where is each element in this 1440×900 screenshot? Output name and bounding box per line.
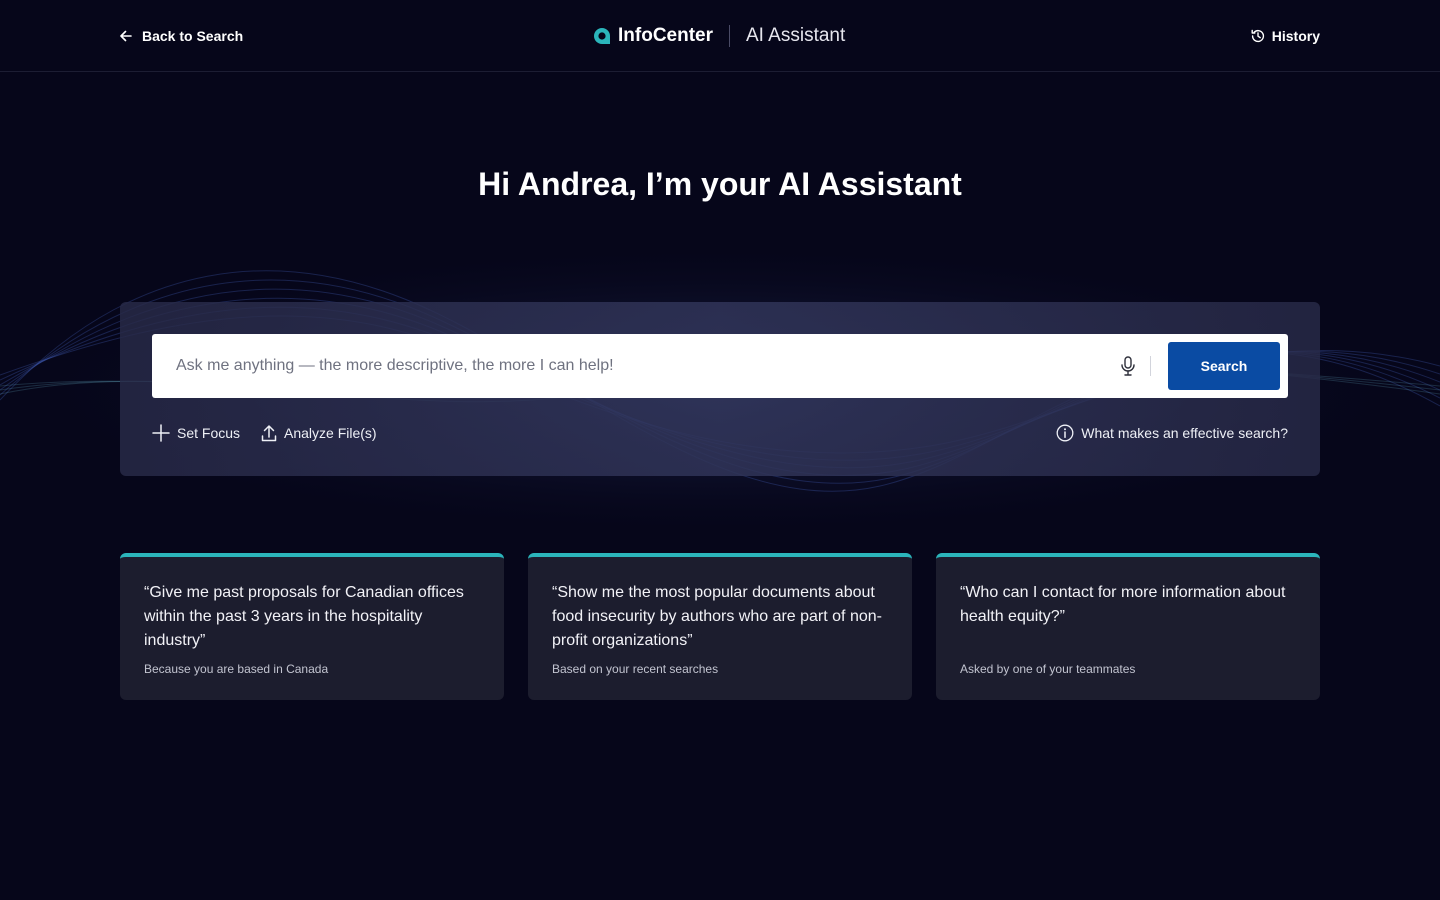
brand-name: InfoCenter (618, 25, 713, 46)
page-title: Hi Andrea, I’m your AI Assistant (478, 166, 962, 202)
suggestion-card[interactable]: “Give me past proposals for Canadian off… (120, 553, 504, 700)
arrow-left-icon (120, 30, 132, 42)
history-label: History (1271, 28, 1320, 44)
suggestion-reason: Based on your recent searches (552, 662, 719, 676)
brand-divider (729, 25, 730, 47)
back-to-search-label: Back to Search (142, 28, 244, 44)
microphone-icon[interactable] (1116, 354, 1140, 378)
info-icon (1056, 424, 1074, 442)
effective-search-help-link[interactable]: What makes an effective search? (1056, 422, 1288, 444)
brand: InfoCenter AI Assistant (592, 20, 845, 52)
analyze-files-button[interactable]: Analyze File(s) (261, 422, 377, 444)
suggestion-quote: “Who can I contact for more information … (960, 584, 1286, 625)
analyze-files-label: Analyze File(s) (284, 425, 377, 441)
search-panel: Search Set Focus Analyze File(s) What ma… (120, 302, 1320, 476)
suggestion-reason: Asked by one of your teammates (960, 662, 1136, 676)
search-input[interactable] (152, 334, 1092, 398)
plus-icon (152, 424, 170, 442)
chat-bubble-logo-icon (594, 28, 610, 44)
search-button[interactable]: Search (1168, 342, 1280, 390)
set-focus-label: Set Focus (177, 425, 241, 441)
search-box: Search (152, 334, 1288, 398)
suggestion-quote: “Give me past proposals for Canadian off… (144, 584, 464, 649)
suggestion-quote: “Show me the most popular documents abou… (552, 584, 882, 649)
top-bar: Back to Search InfoCenter AI Assistant H… (0, 0, 1440, 72)
upload-icon (261, 425, 277, 442)
history-button[interactable]: History (1250, 24, 1320, 48)
product-name: AI Assistant (746, 25, 846, 46)
effective-search-label: What makes an effective search? (1081, 425, 1288, 441)
suggestion-reason: Because you are based in Canada (144, 662, 329, 676)
search-divider (1150, 356, 1151, 376)
suggestion-card[interactable]: “Show me the most popular documents abou… (528, 553, 912, 700)
set-focus-button[interactable]: Set Focus (152, 422, 240, 444)
suggestion-card[interactable]: “Who can I contact for more information … (936, 553, 1320, 700)
history-icon (1251, 29, 1264, 43)
back-to-search-link[interactable]: Back to Search (118, 24, 243, 48)
